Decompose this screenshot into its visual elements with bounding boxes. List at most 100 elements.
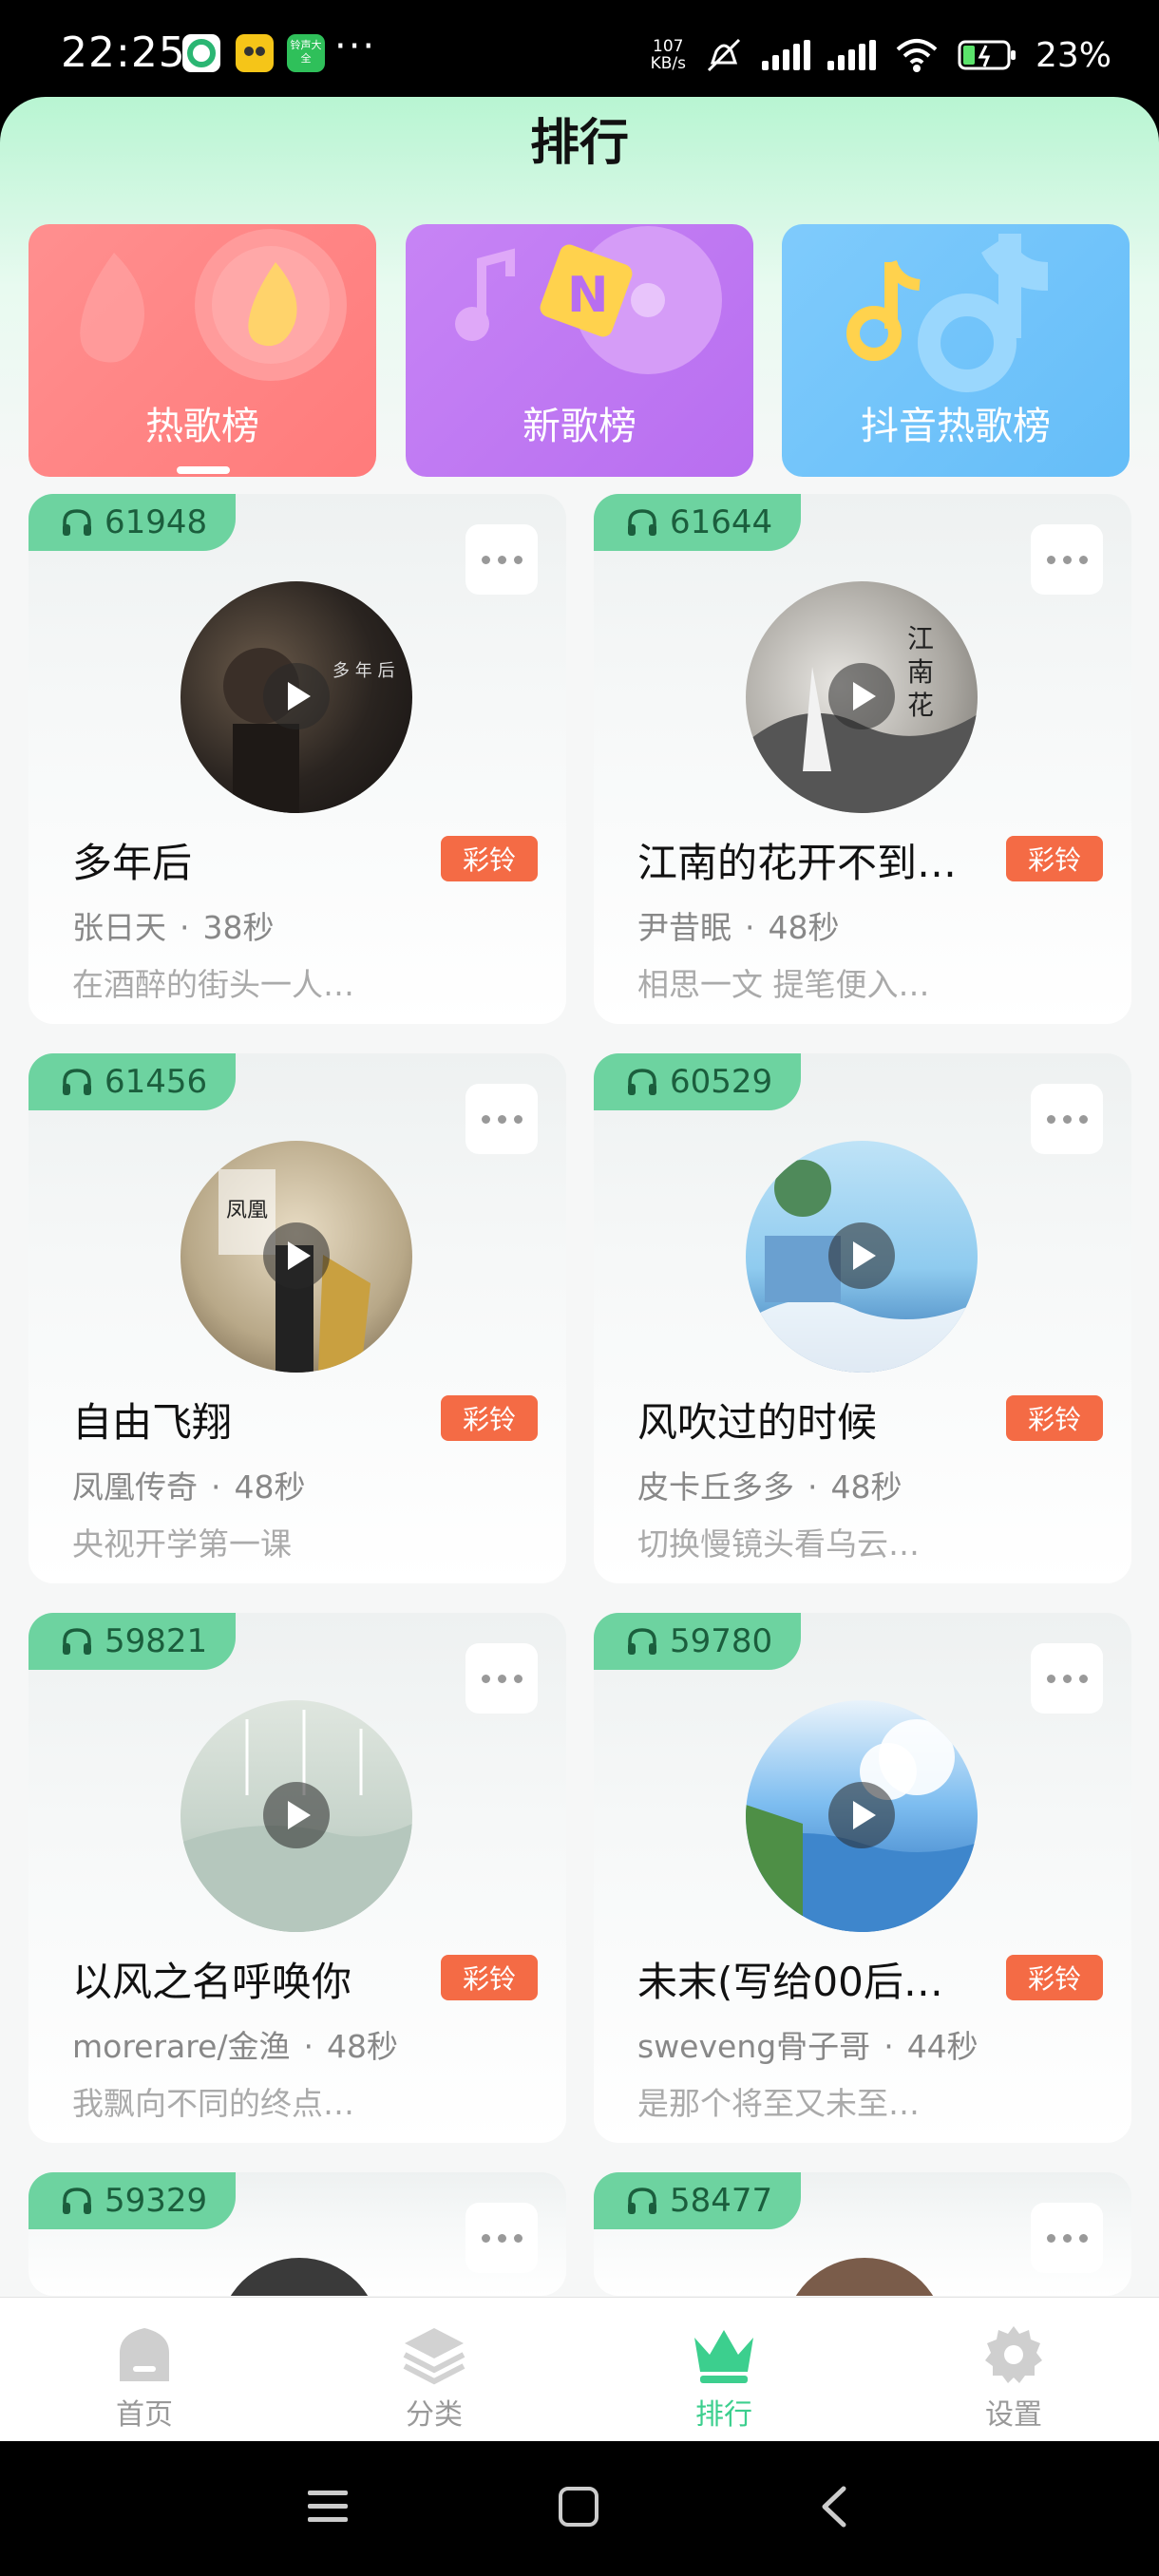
song-card[interactable]: 60529 风吹过的时候 彩铃 皮卡丘多多 · 48秒 切换慢镜头看乌云… [594, 1053, 1131, 1583]
svg-text:南: 南 [907, 656, 934, 688]
app-notification-icon [182, 34, 220, 72]
song-card[interactable]: 59329 [28, 2172, 566, 2296]
category-hot-songs[interactable]: 热歌榜 [28, 224, 376, 477]
play-icon[interactable] [828, 1782, 895, 1848]
ringtone-tag[interactable]: 彩铃 [1006, 1395, 1103, 1441]
play-icon[interactable] [828, 1222, 895, 1289]
battery-icon [958, 40, 1016, 70]
layers-icon [403, 2328, 466, 2385]
ringtone-tag[interactable]: 彩铃 [441, 836, 538, 881]
headphones-icon [628, 1628, 656, 1655]
play-count-badge: 58477 [594, 2172, 802, 2229]
more-button[interactable] [1031, 1643, 1103, 1714]
net-speed: 107 KB/s [650, 37, 686, 73]
song-card[interactable]: 61456 凤凰 自由飞翔 彩铃 凤凰传奇 · 48秒 央视开学第一课 [28, 1053, 566, 1583]
album-cover [784, 2258, 945, 2296]
song-title: 江南的花开不到… [637, 840, 958, 886]
play-count-badge: 59329 [28, 2172, 237, 2229]
signal-icon [761, 40, 810, 70]
ringtone-tag[interactable]: 彩铃 [1006, 1955, 1103, 2000]
song-description: 我飘向不同的终点… [72, 2085, 354, 2122]
play-icon[interactable] [263, 663, 330, 729]
nav-home[interactable]: 首页 [68, 2324, 220, 2433]
headphones-icon [63, 1628, 91, 1655]
headphones-icon [63, 509, 91, 536]
song-meta: morerare/金渔 · 48秒 [72, 2028, 399, 2065]
more-notifications-icon: ··· [334, 25, 377, 68]
song-card[interactable]: 58477 [594, 2172, 1131, 2296]
nav-label: 设置 [985, 2398, 1042, 2432]
more-button[interactable] [466, 524, 538, 595]
signal-hd-icon [826, 40, 876, 70]
music-note-disc-icon: N [455, 226, 722, 374]
song-description: 是那个将至又未至… [637, 2085, 920, 2122]
status-right-group: 107 KB/s 23% [651, 27, 1112, 84]
play-count-badge: 59780 [594, 1613, 802, 1670]
category-new-songs[interactable]: N 新歌榜 [406, 224, 753, 477]
category-active-indicator [177, 466, 230, 474]
more-button[interactable] [466, 1084, 538, 1154]
song-card[interactable]: 59821 以风之名呼唤你 彩铃 morerare/金渔 · 48秒 我飘向不同的终… [28, 1613, 566, 2143]
album-cover [218, 2258, 380, 2296]
play-icon[interactable] [263, 1782, 330, 1848]
song-description: 切换慢镜头看乌云… [637, 1525, 920, 1563]
nav-label: 首页 [116, 2398, 173, 2432]
more-button[interactable] [1031, 524, 1103, 595]
play-count-badge: 59821 [28, 1613, 237, 1670]
category-label: 抖音热歌榜 [861, 405, 1051, 448]
svg-text:多 年 后: 多 年 后 [332, 661, 394, 681]
nav-label: 排行 [695, 2398, 752, 2432]
headphones-icon [63, 1069, 91, 1095]
page-title: 排行 [529, 115, 629, 172]
headphones-icon [628, 509, 656, 536]
song-title: 风吹过的时候 [637, 1399, 878, 1446]
home-icon [120, 2328, 169, 2381]
more-button[interactable] [1031, 1084, 1103, 1154]
play-count-badge: 61644 [594, 494, 802, 551]
svg-text:N: N [567, 267, 609, 324]
nav-rankings[interactable]: 排行 [648, 2324, 800, 2433]
song-meta: 尹昔眠 · 48秒 [637, 909, 840, 946]
headphones-icon [63, 2188, 91, 2214]
song-description: 相思一文 提笔便入… [637, 966, 930, 1003]
home-square-icon[interactable] [557, 2485, 600, 2529]
more-button[interactable] [466, 2203, 538, 2273]
song-meta: sweveng骨子哥 · 44秒 [637, 2028, 978, 2065]
nav-settings[interactable]: 设置 [938, 2324, 1090, 2433]
svg-text:花: 花 [907, 690, 934, 721]
ringtone-app-icon: 铃声大全 [287, 34, 325, 72]
song-title: 未末(写给00后… [637, 1959, 943, 2005]
more-button[interactable] [1031, 2203, 1103, 2273]
back-icon[interactable] [813, 2485, 857, 2529]
headphones-icon [628, 1069, 656, 1095]
song-meta: 凤凰传奇 · 48秒 [72, 1468, 306, 1506]
ringtone-tag[interactable]: 彩铃 [1006, 836, 1103, 881]
menu-icon[interactable] [306, 2485, 350, 2529]
svg-text:江: 江 [907, 623, 934, 654]
song-card[interactable]: 61948 多 年 后 多年后 彩铃 张日天 · 38秒 在酒醉的街头一人… [28, 494, 566, 1024]
battery-percent: 23% [1035, 35, 1112, 75]
bottom-navigation: 首页 分类 排行 设置 [0, 2297, 1159, 2442]
more-button[interactable] [466, 1643, 538, 1714]
ringtone-tag[interactable]: 彩铃 [441, 1395, 538, 1441]
status-time: 22:25 [61, 28, 186, 77]
status-bar: 22:25 铃声大全 ··· 107 KB/s 23% [0, 0, 1159, 104]
mute-icon [707, 38, 741, 72]
song-card[interactable]: 61644 江南花 江南的花开不到… 彩铃 尹昔眠 · 48秒 相思一文 提笔便入… [594, 494, 1131, 1024]
ringtone-tag[interactable]: 彩铃 [441, 1955, 538, 2000]
flame-icon [80, 229, 347, 381]
category-douyin-hot[interactable]: 抖音热歌榜 [782, 224, 1130, 477]
play-icon[interactable] [263, 1222, 330, 1289]
song-description: 在酒醉的街头一人… [72, 966, 354, 1003]
gear-icon [985, 2326, 1042, 2383]
song-title: 以风之名呼唤你 [72, 1959, 352, 2005]
play-icon[interactable] [828, 663, 895, 729]
douyin-note-icon [846, 234, 1048, 392]
nav-categories[interactable]: 分类 [358, 2324, 510, 2433]
song-card[interactable]: 59780 未末(写给00后… 彩铃 sweveng骨子哥 · 44秒 是那个将至又… [594, 1613, 1131, 2143]
nav-label: 分类 [406, 2398, 463, 2432]
wifi-icon [896, 39, 938, 72]
headphones-icon [628, 2188, 656, 2214]
app-content: 排行 热歌榜 N 新歌榜 抖音热歌榜 61948 多 年 后 多年后 彩铃 张日… [0, 97, 1159, 2441]
crown-icon [694, 2330, 753, 2383]
